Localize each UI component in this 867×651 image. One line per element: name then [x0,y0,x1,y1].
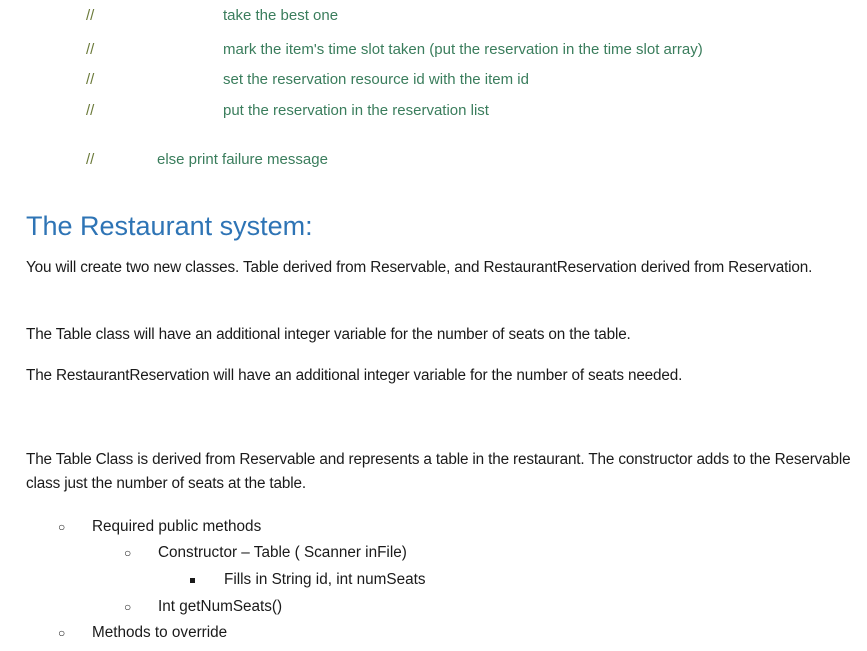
comment-text: set the reservation resource id with the… [223,71,529,88]
comment-text: put the reservation in the reservation l… [223,102,489,119]
hollow-bullet-icon: ○ [58,626,66,640]
comment-marker: // [86,151,95,168]
code-comment-line: // put the reservation in the reservatio… [86,102,866,120]
comment-marker: // [86,7,95,24]
comment-marker: // [86,71,95,88]
table-class-paragraph: The Table class will have an additional … [26,326,631,343]
list-item-text: Methods to override [92,624,228,641]
section-heading: The Restaurant system: [26,211,313,241]
list-item-text: Required public methods [92,518,262,535]
document-page: // take the best one // mark the item's … [0,0,867,651]
code-comment-line: // set the reservation resource id with … [86,71,866,89]
list-item-text: Int getNumSeats() [158,598,283,615]
square-bullet-icon [190,578,195,583]
comment-text: mark the item's time slot taken (put the… [223,41,703,58]
comment-text: else print failure message [157,151,328,168]
reservation-class-paragraph: The RestaurantReservation will have an a… [26,367,683,384]
list-item-text: Constructor – Table ( Scanner inFile) [158,544,407,561]
hollow-bullet-icon: ○ [58,520,66,534]
intro-paragraph: You will create two new classes. Table d… [26,259,813,276]
list-item-text: Fills in String id, int numSeats [224,571,426,588]
code-comment-line: // mark the item's time slot taken (put … [86,41,866,59]
code-comment-line: // take the best one [86,7,866,25]
comment-text: take the best one [223,7,339,24]
code-comment-line: // else print failure message [86,151,866,169]
comment-marker: // [86,41,95,58]
hollow-bullet-icon: ○ [124,600,132,614]
comment-marker: // [86,102,95,119]
hollow-bullet-icon: ○ [124,546,132,560]
table-class-description: The Table Class is derived from Reservab… [26,451,851,492]
